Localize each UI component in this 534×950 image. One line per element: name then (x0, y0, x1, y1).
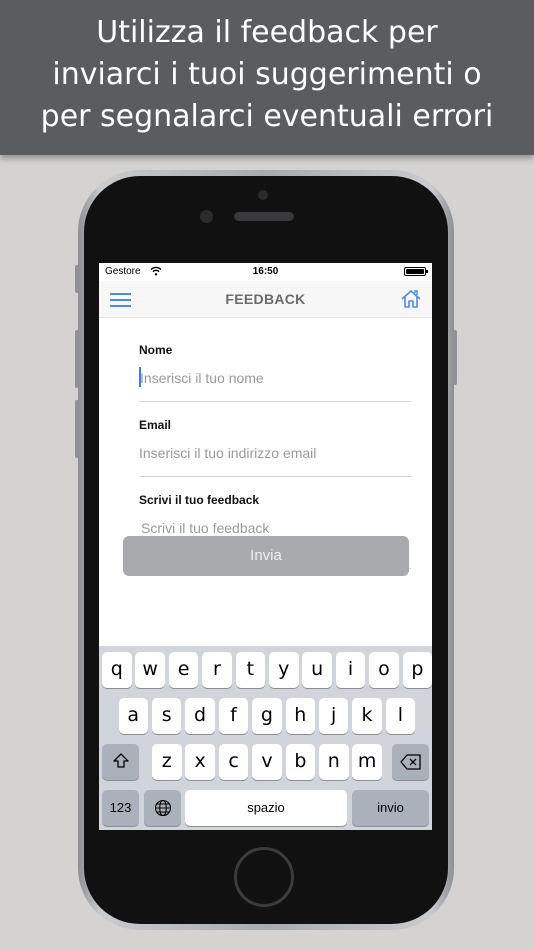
shift-key[interactable] (102, 744, 139, 780)
status-bar: Gestore 16:50 (99, 263, 432, 281)
home-button[interactable] (234, 847, 294, 907)
status-time: 16:50 (252, 266, 279, 277)
key-n[interactable]: n (319, 744, 349, 780)
email-label: Email (139, 418, 172, 432)
phone-screen: Gestore 16:50 FEEDBACK Nome Inserisci il… (99, 263, 432, 830)
key-v[interactable]: v (252, 744, 282, 780)
key-w[interactable]: w (135, 652, 165, 688)
key-i[interactable]: i (335, 652, 366, 688)
banner-text: Utilizza il feedback per inviarci i tuoi… (10, 12, 524, 138)
email-placeholder: Inserisci il tuo indirizzo email (139, 445, 317, 461)
feedback-label: Scrivi il tuo feedback (139, 493, 260, 507)
keyboard: qwertyuiop asdfghjkl zxcvbnm 123 spazio … (99, 646, 432, 830)
power-button (453, 330, 457, 385)
name-field[interactable]: Inserisci il tuo nome (139, 359, 411, 402)
key-b[interactable]: b (285, 744, 316, 780)
name-placeholder: Inserisci il tuo nome (140, 370, 264, 386)
key-c[interactable]: c (218, 744, 249, 780)
key-t[interactable]: t (235, 652, 266, 688)
backspace-icon (399, 754, 421, 770)
key-e[interactable]: e (168, 652, 199, 688)
volume-down-button (75, 400, 79, 458)
earpiece-speaker (234, 212, 294, 221)
key-g[interactable]: g (252, 698, 282, 734)
mute-switch (75, 265, 79, 293)
key-x[interactable]: x (185, 744, 215, 780)
backspace-key[interactable] (392, 744, 429, 780)
key-j[interactable]: j (318, 698, 349, 734)
key-h[interactable]: h (285, 698, 315, 734)
text-caret (139, 367, 141, 387)
globe-key[interactable] (144, 790, 181, 826)
home-icon[interactable] (400, 289, 422, 309)
key-l[interactable]: l (385, 698, 416, 734)
name-label: Nome (139, 343, 173, 357)
banner-line-2: inviarci i tuoi suggerimenti o (52, 57, 482, 92)
key-u[interactable]: u (302, 652, 332, 688)
key-p[interactable]: p (402, 652, 432, 688)
return-key[interactable]: invio (352, 790, 429, 826)
key-f[interactable]: f (218, 698, 249, 734)
key-r[interactable]: r (202, 652, 232, 688)
feedback-placeholder: Scrivi il tuo feedback (141, 520, 270, 536)
space-key[interactable]: spazio (185, 790, 347, 826)
key-a[interactable]: a (118, 698, 148, 734)
globe-icon (154, 799, 171, 817)
front-camera (200, 210, 213, 223)
key-k[interactable]: k (352, 698, 382, 734)
key-o[interactable]: o (369, 652, 399, 688)
page-title: FEEDBACK (225, 291, 306, 307)
battery-icon (404, 267, 428, 276)
shift-icon (112, 753, 129, 768)
banner-line-3: per segnalarci eventuali errori (40, 99, 494, 134)
key-q[interactable]: q (102, 652, 132, 688)
key-z[interactable]: z (152, 744, 182, 780)
banner-line-1: Utilizza il feedback per (96, 15, 438, 50)
navigation-bar: FEEDBACK (99, 281, 432, 318)
key-d[interactable]: d (185, 698, 215, 734)
key-s[interactable]: s (151, 698, 182, 734)
numbers-key[interactable]: 123 (102, 790, 139, 826)
promo-banner: Utilizza il feedback per inviarci i tuoi… (0, 0, 534, 155)
key-m[interactable]: m (352, 744, 382, 780)
volume-up-button (75, 330, 79, 388)
send-button[interactable]: Invia (123, 536, 409, 576)
proximity-sensor (258, 190, 268, 200)
email-field[interactable]: Inserisci il tuo indirizzo email (139, 434, 411, 477)
key-y[interactable]: y (269, 652, 299, 688)
